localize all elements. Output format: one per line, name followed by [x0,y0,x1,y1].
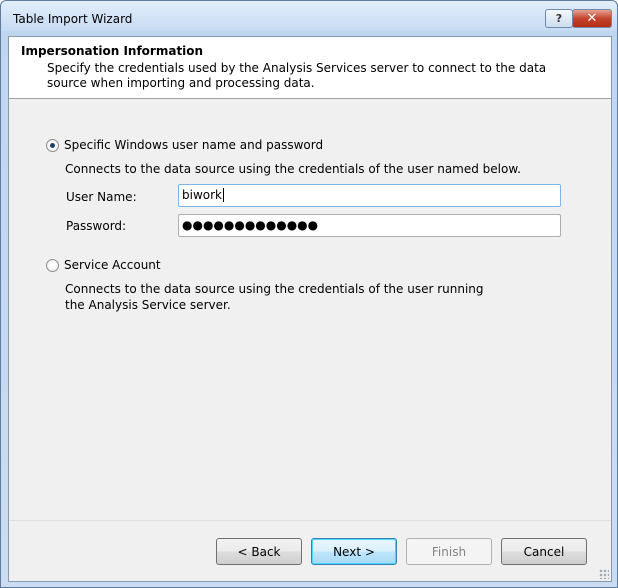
password-input[interactable]: ●●●●●●●●●●●●● [178,214,561,237]
close-icon: ✕ [586,11,598,26]
password-value: ●●●●●●●●●●●●● [182,218,319,232]
title-bar[interactable]: Table Import Wizard ? ✕ [1,1,617,31]
wizard-body: Impersonation Information Specify the cr… [8,36,612,582]
specific-user-radio[interactable] [46,139,59,152]
page-header: Impersonation Information Specify the cr… [9,37,611,99]
specific-user-description: Connects to the data source using the cr… [65,162,521,176]
close-button[interactable]: ✕ [572,9,612,28]
page-description: Specify the credentials used by the Anal… [47,61,547,90]
password-label: Password: [66,219,127,233]
page-title: Impersonation Information [21,44,204,58]
cancel-button[interactable]: Cancel [501,538,587,565]
footer-divider [9,520,611,521]
resize-grip[interactable] [599,569,609,579]
username-value: biwork [182,188,222,202]
window-title: Table Import Wizard [13,12,133,26]
service-account-radio[interactable] [46,259,59,272]
finish-button[interactable]: Finish [406,538,492,565]
service-account-label[interactable]: Service Account [64,258,161,272]
username-input[interactable]: biwork [178,184,561,207]
service-account-description: Connects to the data source using the cr… [65,282,484,312]
help-icon: ? [555,12,563,25]
wizard-window: Table Import Wizard ? ✕ Impersonation In… [0,0,618,588]
help-button[interactable]: ? [545,9,573,28]
username-label: User Name: [66,190,137,204]
back-button[interactable]: < Back [216,538,302,565]
specific-user-label[interactable]: Specific Windows user name and password [64,138,323,152]
next-button[interactable]: Next > [311,538,397,565]
